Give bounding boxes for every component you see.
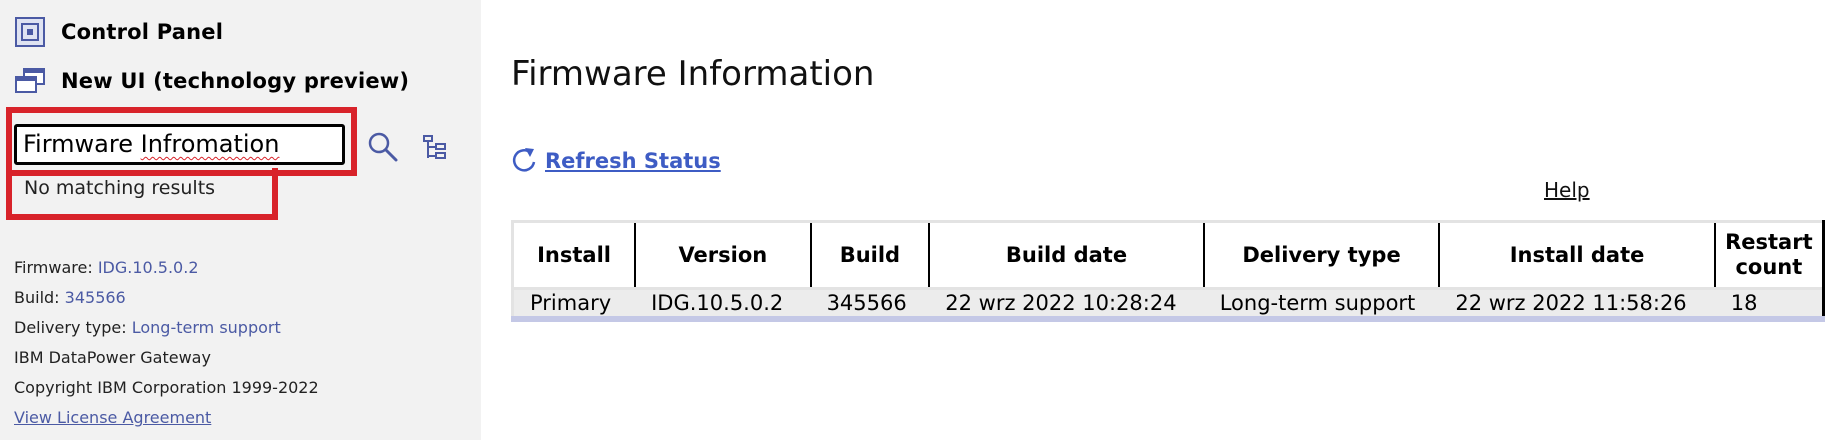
cell-restart-count: 18 [1714,287,1825,319]
control-panel-icon [12,14,48,50]
delivery-type-label: Delivery type: [14,318,127,337]
col-delivery-type-header: Delivery type [1202,221,1441,289]
nav-new-ui[interactable]: New UI (technology preview) [12,63,409,99]
cell-install-date: 22 wrz 2022 11:58:26 [1439,287,1715,319]
copyright-text: Copyright IBM Corporation 1999-2022 [14,378,319,397]
search-input-misspelled-word: Infromation [140,130,280,158]
product-name: IBM DataPower Gateway [14,348,211,367]
firmware-value: IDG.10.5.0.2 [97,258,199,277]
tree-view-button[interactable] [422,134,450,164]
col-version-header: Version [634,221,812,289]
table-row: Primary IDG.10.5.0.2 345566 22 wrz 2022 … [512,287,1825,319]
cell-delivery-type: Long-term support [1203,287,1440,319]
search-input-text: Firmware [23,130,141,158]
restart-count-header-line2: count [1735,255,1803,279]
build-info: Build: 345566 [14,288,126,307]
refresh-icon [511,145,537,177]
new-window-icon [12,63,48,99]
cell-build-date: 22 wrz 2022 10:28:24 [929,287,1204,319]
table-header-row: Install Version Build Build date Deliver… [512,221,1825,289]
search-input[interactable]: Firmware Infromation [14,124,345,165]
firmware-label: Firmware: [14,258,93,277]
refresh-status-link[interactable]: Refresh Status [511,145,721,177]
firmware-info: Firmware: IDG.10.5.0.2 [14,258,199,277]
delivery-type-info: Delivery type: Long-term support [14,318,281,337]
nav-new-ui-label: New UI (technology preview) [61,69,410,93]
refresh-status-label: Refresh Status [545,149,721,173]
tree-view-icon [422,135,448,166]
nav-control-panel-label: Control Panel [61,20,224,44]
license-link[interactable]: View License Agreement [14,408,211,427]
sidebar: Control Panel New UI (technology preview… [0,0,481,440]
help-link[interactable]: Help [1544,178,1590,202]
build-label: Build: [14,288,60,307]
nav-control-panel[interactable]: Control Panel [12,14,223,50]
page-title: Firmware Information [511,54,875,94]
cell-version: IDG.10.5.0.2 [635,287,811,319]
restart-count-header-line1: Restart [1725,230,1813,254]
build-value: 345566 [64,288,126,307]
search-icon [366,132,400,168]
delivery-type-value: Long-term support [131,318,281,337]
search-button[interactable] [366,130,402,166]
col-build-date-header: Build date [928,221,1205,289]
col-restart-count-header: Restart count [1713,221,1825,289]
no-results-message: No matching results [24,177,216,199]
col-install-header: Install [512,221,637,289]
col-install-date-header: Install date [1438,221,1716,289]
col-build-header: Build [809,221,931,289]
cell-build: 345566 [810,287,930,319]
cell-install: Primary [512,287,636,319]
firmware-table: Install Version Build Build date Deliver… [511,220,1825,322]
